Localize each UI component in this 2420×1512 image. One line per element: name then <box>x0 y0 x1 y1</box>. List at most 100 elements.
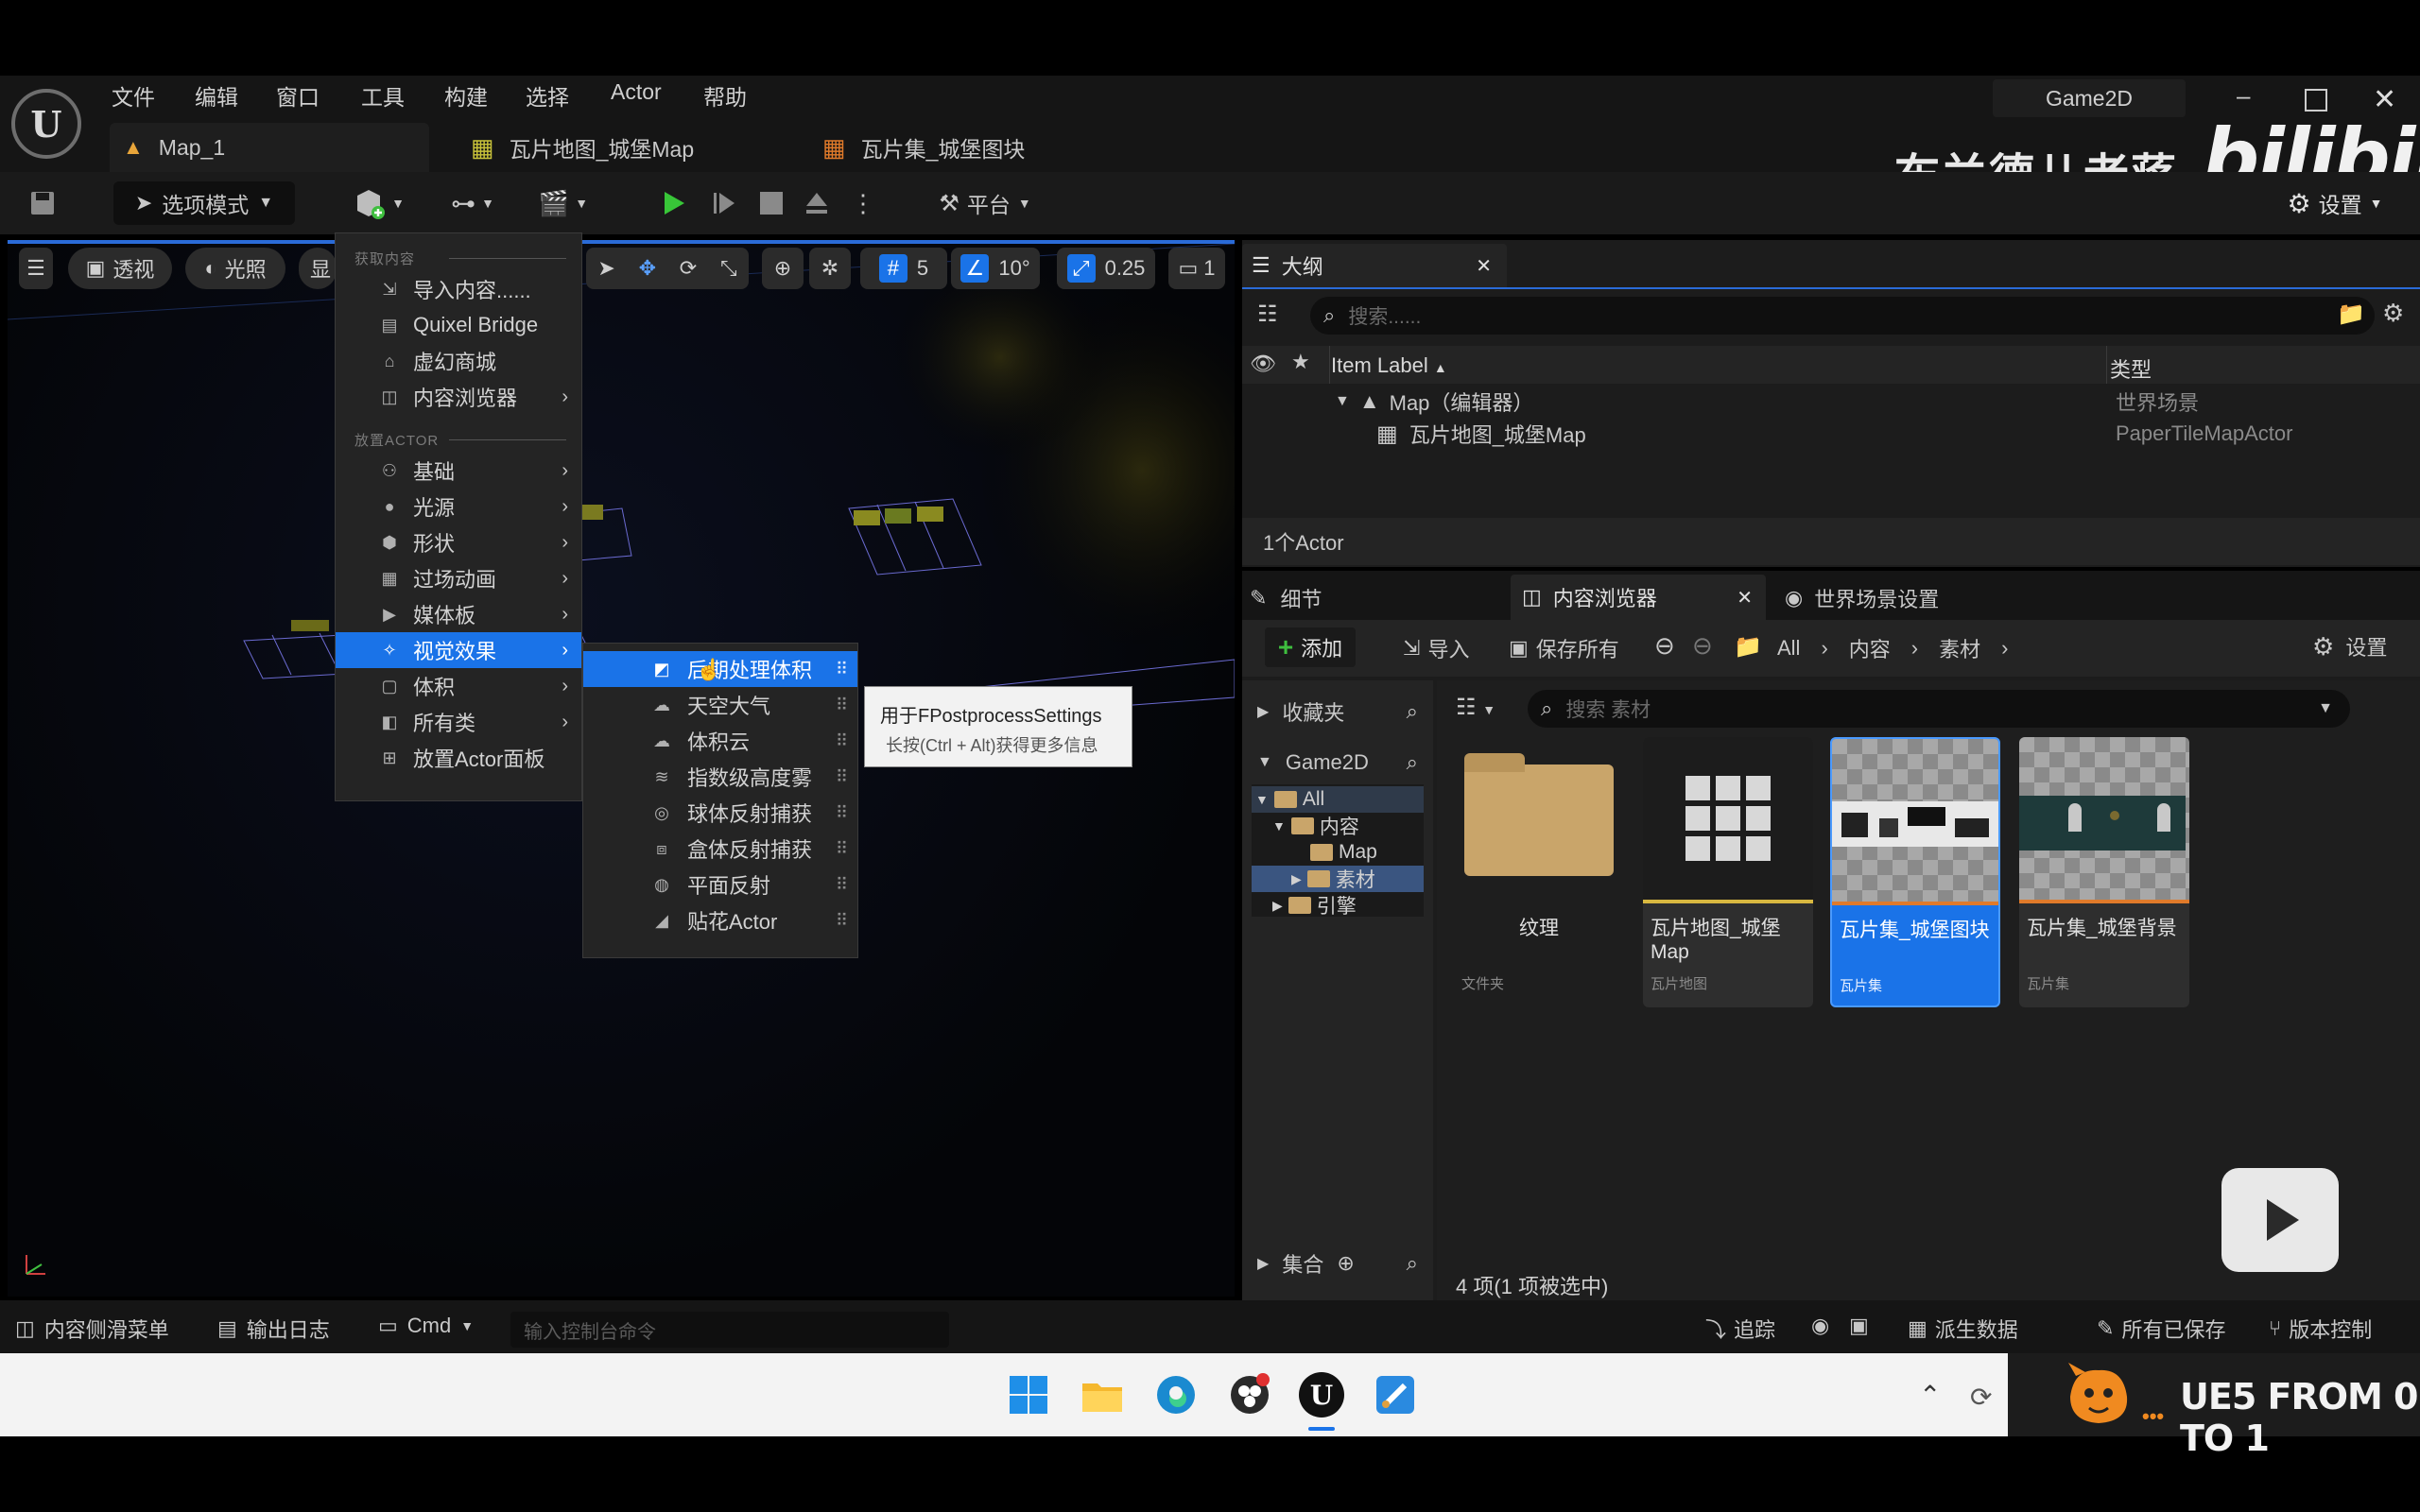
lit-button[interactable]: ◐ 光照 <box>185 248 285 289</box>
menu-volumes[interactable]: ▢ 体积 › <box>336 668 581 704</box>
stop-icon[interactable] <box>751 181 792 225</box>
content-drawer-button[interactable]: ◫ 内容侧滑菜单 <box>15 1314 169 1344</box>
viewport-menu-icon[interactable]: ☰ <box>19 248 53 289</box>
tree-item-content[interactable]: ▼ 内容 <box>1272 813 1359 839</box>
menu-shapes[interactable]: ⬢ 形状 › <box>336 524 581 560</box>
asset-folder-texture[interactable]: 纹理 文件夹 <box>1454 737 1624 1007</box>
menu-lights[interactable]: ● 光源 › <box>336 489 581 524</box>
unreal-engine-icon[interactable]: U <box>1299 1372 1344 1418</box>
asset-tilemap[interactable]: 瓦片地图_城堡Map 瓦片地图 <box>1643 737 1813 1007</box>
cmd-button[interactable]: ▭ Cmd ▼ <box>378 1314 474 1338</box>
search-icon[interactable]: ⌕ <box>1407 750 1418 775</box>
move-tool-icon[interactable]: ✥ <box>639 256 656 281</box>
back-icon[interactable]: ⊖ <box>1654 631 1675 661</box>
add-button[interactable]: + 添加 <box>1265 627 1356 667</box>
breadcrumb-content[interactable]: 内容 <box>1849 633 1891 663</box>
drag-handle-icon[interactable]: ⠿ <box>836 803 848 823</box>
menu-marketplace[interactable]: ⌂ 虚幻商城 <box>336 343 581 379</box>
menu-actor[interactable]: Actor <box>611 79 662 108</box>
outliner-search-input[interactable]: ⌕ 搜索...... ▼ <box>1310 297 2375 335</box>
menu-import-content[interactable]: ⇲ 导入内容...... <box>336 271 581 307</box>
menu-cinematics[interactable]: ▦ 过场动画 › <box>336 560 581 596</box>
menu-media-plate[interactable]: ▶ 媒体板 › <box>336 596 581 632</box>
eject-icon[interactable] <box>796 181 838 225</box>
screenshot-icon[interactable]: ▣ <box>1849 1314 1869 1338</box>
menu-content-browser[interactable]: ◫ 内容浏览器 › <box>336 379 581 415</box>
asset-tileset-castle-bg[interactable]: 瓦片集_城堡背景 瓦片集 <box>2019 737 2189 1007</box>
favorites-header[interactable]: ▶ 收藏夹 ⌕ <box>1252 692 1427 731</box>
gear-icon[interactable]: ⚙ <box>2382 299 2404 328</box>
menu-decal-actor[interactable]: ◢ 贴花Actor ⠿ <box>583 902 857 938</box>
record-icon[interactable]: ◉ <box>1811 1314 1829 1338</box>
menu-volumetric-cloud[interactable]: ☁ 体积云 ⠿ <box>583 723 857 759</box>
visibility-icon[interactable]: 👁 <box>1250 352 1276 376</box>
breadcrumb-assets[interactable]: 素材 <box>1939 633 1980 663</box>
cinematics-button[interactable]: 🎬 ▼ <box>526 181 601 225</box>
close-tab-icon[interactable]: ✕ <box>1737 586 1753 610</box>
rotate-tool-icon[interactable]: ⟳ <box>680 256 697 281</box>
outliner-row[interactable]: ▼ ▲ Map（编辑器） 世界场景 <box>1242 386 2420 418</box>
project-header[interactable]: ▼ Game2D ⌕ <box>1252 743 1427 782</box>
column-item-label[interactable]: Item Label ▲ <box>1331 353 1447 378</box>
tab-world-settings[interactable]: ◉ 世界场景设置 <box>1785 576 2049 620</box>
rotation-snap-button[interactable]: ∠ 10° <box>951 248 1040 289</box>
outliner-row[interactable]: ▦ 瓦片地图_城堡Map PaperTileMapActor <box>1242 418 2420 450</box>
tree-item-engine[interactable]: ▶ 引擎 <box>1272 892 1357 919</box>
obs-icon[interactable] <box>1227 1372 1272 1418</box>
drag-handle-icon[interactable]: ⠿ <box>836 875 848 895</box>
star-icon[interactable]: ★ <box>1291 350 1310 374</box>
drag-handle-icon[interactable]: ⠿ <box>836 767 848 787</box>
surface-snap-icon[interactable]: ✲ <box>809 248 851 289</box>
menu-sky-atmosphere[interactable]: ☁ 天空大气 ⠿ <box>583 687 857 723</box>
quick-add-button[interactable]: ▼ <box>340 181 416 225</box>
drag-handle-icon[interactable]: ⠿ <box>836 911 848 931</box>
console-input[interactable]: 输入控制台命令 <box>510 1312 949 1348</box>
expand-icon[interactable]: ▼ <box>1335 393 1350 410</box>
folder-icon[interactable]: 📁 <box>1734 633 1762 661</box>
edge-browser-icon[interactable] <box>1153 1372 1199 1418</box>
tab-tileset[interactable]: ▦ 瓦片集_城堡图块 <box>822 123 1125 172</box>
menu-build[interactable]: 构建 <box>444 79 488 110</box>
menu-tools[interactable]: 工具 <box>361 79 405 110</box>
asset-search-input[interactable]: ⌕ 搜索 素材 ▼ <box>1528 690 2350 728</box>
column-type[interactable]: 类型 <box>2110 353 2152 384</box>
tree-item-all[interactable]: ▼ All <box>1252 786 1424 813</box>
world-space-icon[interactable]: ⊕ <box>762 248 804 289</box>
drag-handle-icon[interactable]: ⠿ <box>836 731 848 751</box>
tab-outliner[interactable]: ☰ 大纲 ✕ <box>1242 244 1507 287</box>
drag-handle-icon[interactable]: ⠿ <box>836 660 848 679</box>
output-log-button[interactable]: ▤ 输出日志 <box>217 1314 330 1344</box>
tree-item-assets[interactable]: ▶ 素材 <box>1252 866 1424 892</box>
select-tool-icon[interactable]: ➤ <box>597 256 614 281</box>
grid-snap-button[interactable]: # 5 <box>860 248 947 289</box>
scale-tool-icon[interactable]: ⤡ <box>720 256 737 281</box>
camera-speed-button[interactable]: ▭ 1 <box>1168 248 1225 289</box>
menu-box-reflection[interactable]: ⧈ 盒体反射捕获 ⠿ <box>583 831 857 867</box>
menu-select[interactable]: 选择 <box>526 79 569 110</box>
menu-planar-reflection[interactable]: ◍ 平面反射 ⠿ <box>583 867 857 902</box>
menu-quixel-bridge[interactable]: ▤ Quixel Bridge <box>336 307 581 343</box>
unreal-logo-icon[interactable]: U <box>11 89 81 159</box>
tab-map1[interactable]: ▲ Map_1 <box>110 123 429 172</box>
file-explorer-icon[interactable] <box>1080 1372 1125 1418</box>
tab-tilemap[interactable]: ▦ 瓦片地图_城堡Map <box>471 123 792 172</box>
menu-visual-effects[interactable]: ✧ 视觉效果 › <box>336 632 581 668</box>
chevron-up-icon[interactable]: ⌃ <box>1919 1380 1941 1411</box>
perspective-button[interactable]: ▣ 透视 <box>68 248 172 289</box>
windows-start-icon[interactable] <box>1006 1372 1051 1418</box>
menu-all-classes[interactable]: ◧ 所有类 › <box>336 704 581 740</box>
close-tab-icon[interactable]: ✕ <box>1476 254 1492 278</box>
asset-tileset-castle-tiles[interactable]: 瓦片集_城堡图块 瓦片集 <box>1830 737 2000 1007</box>
collections-header[interactable]: ▶ 集合 ⊕ ⌕ <box>1252 1244 1427 1283</box>
new-folder-icon[interactable]: 📁 <box>2337 301 2365 328</box>
menu-basic[interactable]: ⚇ 基础 › <box>336 453 581 489</box>
derived-data-button[interactable]: ▦ 派生数据 <box>1908 1314 2018 1344</box>
restore-icon[interactable] <box>2305 89 2327 112</box>
menu-height-fog[interactable]: ≋ 指数级高度雾 ⠿ <box>583 759 857 795</box>
import-button[interactable]: ⇲ 导入 <box>1403 633 1469 663</box>
drag-handle-icon[interactable]: ⠿ <box>836 696 848 715</box>
save-icon[interactable] <box>21 181 64 225</box>
settings-button[interactable]: ⚙ 设置 ▼ <box>2280 181 2390 225</box>
filter-icon[interactable]: ☷ ▼ <box>1456 694 1495 721</box>
search-icon[interactable]: ⌕ <box>1407 699 1418 724</box>
